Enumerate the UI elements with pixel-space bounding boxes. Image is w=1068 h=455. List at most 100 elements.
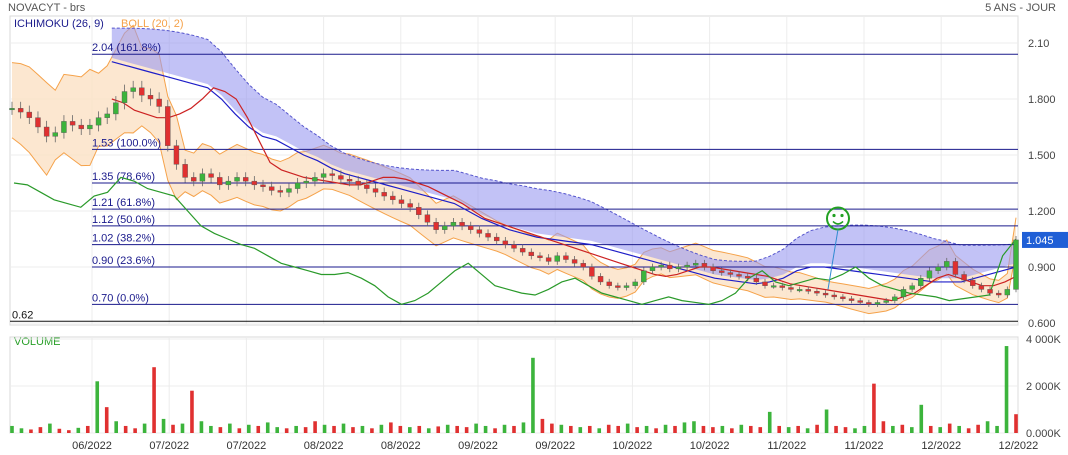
down-candle bbox=[17, 108, 24, 113]
down-candle bbox=[476, 229, 483, 234]
volume-bar bbox=[550, 423, 554, 433]
fib-label: 0.70 (0.0%) bbox=[92, 292, 149, 304]
down-candle bbox=[69, 121, 76, 126]
down-candle bbox=[762, 281, 768, 286]
volume-bar bbox=[67, 430, 71, 433]
volume-bar bbox=[673, 425, 677, 433]
volume-tick-label: 4 000K bbox=[1026, 334, 1062, 346]
down-candle bbox=[329, 173, 335, 176]
volume-bar bbox=[464, 427, 469, 433]
volume-bar bbox=[815, 424, 819, 433]
down-candle bbox=[416, 207, 422, 215]
volume-bar bbox=[682, 422, 687, 433]
volume-bar bbox=[76, 427, 81, 433]
volume-bar bbox=[190, 390, 194, 433]
legend-entry: BOLL (20, 2) bbox=[121, 18, 184, 30]
up-candle bbox=[641, 270, 647, 283]
down-candle bbox=[537, 255, 543, 258]
volume-bar bbox=[104, 407, 109, 433]
up-candle bbox=[121, 91, 128, 103]
x-tick-label: 07/2022 bbox=[149, 440, 189, 452]
volume-bar bbox=[256, 425, 261, 433]
volume-bar bbox=[777, 425, 782, 433]
down-candle bbox=[571, 259, 578, 264]
volume-bar bbox=[38, 427, 43, 433]
down-candle bbox=[156, 98, 162, 107]
volume-bar bbox=[265, 422, 270, 433]
fib-label: 2.04 (161.8%) bbox=[92, 42, 161, 54]
down-candle bbox=[468, 225, 474, 230]
volume-bar bbox=[976, 424, 980, 433]
x-tick-label: 09/2022 bbox=[535, 440, 575, 452]
volume-bar bbox=[900, 424, 905, 433]
volume-bar bbox=[625, 423, 630, 433]
down-candle bbox=[970, 279, 976, 286]
volume-bar bbox=[161, 418, 166, 433]
volume-bar bbox=[966, 428, 971, 433]
volume-bar bbox=[322, 424, 327, 433]
down-candle bbox=[346, 179, 353, 182]
volume-bar bbox=[246, 424, 251, 433]
volume-bar bbox=[872, 383, 876, 433]
down-candle bbox=[667, 264, 673, 270]
down-candle bbox=[987, 289, 993, 294]
down-candle bbox=[502, 240, 509, 245]
volume-bar bbox=[786, 427, 791, 433]
up-candle bbox=[874, 302, 881, 305]
volume-bar bbox=[654, 428, 658, 433]
period-label[interactable]: 5 ANS - JOUR bbox=[985, 2, 1056, 14]
down-candle bbox=[407, 203, 413, 208]
volume-bar bbox=[152, 367, 156, 433]
up-candle bbox=[623, 285, 630, 288]
up-candle bbox=[770, 285, 777, 288]
volume-bar bbox=[237, 428, 242, 433]
fib-label: 1.12 (50.0%) bbox=[92, 214, 155, 226]
fib-label: 1.35 (78.6%) bbox=[92, 171, 155, 183]
volume-bar bbox=[862, 425, 867, 433]
up-candle bbox=[883, 300, 889, 303]
volume-bar bbox=[521, 422, 526, 433]
volume-bar bbox=[180, 423, 185, 433]
volume-bar bbox=[502, 424, 507, 433]
down-candle bbox=[26, 111, 33, 118]
up-candle bbox=[61, 121, 67, 133]
y-tick-label: 1.500 bbox=[1028, 150, 1056, 162]
volume-bar bbox=[635, 427, 639, 433]
volume-bar bbox=[133, 428, 137, 433]
down-candle bbox=[251, 180, 258, 186]
down-candle bbox=[191, 177, 197, 182]
x-tick-label: 08/2022 bbox=[304, 440, 344, 452]
smiley-eye bbox=[840, 213, 844, 218]
up-candle bbox=[1004, 289, 1011, 296]
volume-bar bbox=[445, 424, 450, 433]
up-candle bbox=[312, 177, 318, 182]
volume-bar bbox=[644, 425, 649, 433]
volume-bar bbox=[389, 422, 393, 433]
up-candle bbox=[796, 289, 803, 292]
down-candle bbox=[961, 274, 967, 281]
x-tick-label: 09/2022 bbox=[458, 440, 498, 452]
volume-bar bbox=[985, 421, 990, 433]
down-candle bbox=[78, 124, 84, 130]
up-candle bbox=[918, 278, 924, 286]
stock-chart: 2.04 (161.8%) 1.53 (100.0%) 1.35 (78.6%) 1.… bbox=[9, 15, 1068, 452]
volume-bar bbox=[824, 409, 829, 433]
down-candle bbox=[701, 263, 708, 268]
volume-bar bbox=[426, 428, 431, 433]
up-candle bbox=[442, 225, 448, 230]
up-candle bbox=[632, 281, 638, 286]
fib-label: 1.21 (61.8%) bbox=[92, 197, 155, 209]
volume-bar bbox=[947, 423, 952, 433]
down-candle bbox=[753, 278, 760, 283]
up-candle bbox=[225, 180, 232, 186]
volume-bar bbox=[398, 425, 403, 433]
down-candle bbox=[952, 261, 959, 275]
volume-bar bbox=[957, 425, 961, 433]
down-candle bbox=[736, 274, 742, 277]
volume-bar bbox=[95, 381, 100, 433]
down-candle bbox=[182, 164, 188, 178]
down-candle bbox=[35, 117, 41, 128]
down-candle bbox=[217, 177, 223, 186]
down-candle bbox=[528, 251, 535, 256]
volume-bar bbox=[142, 423, 147, 433]
